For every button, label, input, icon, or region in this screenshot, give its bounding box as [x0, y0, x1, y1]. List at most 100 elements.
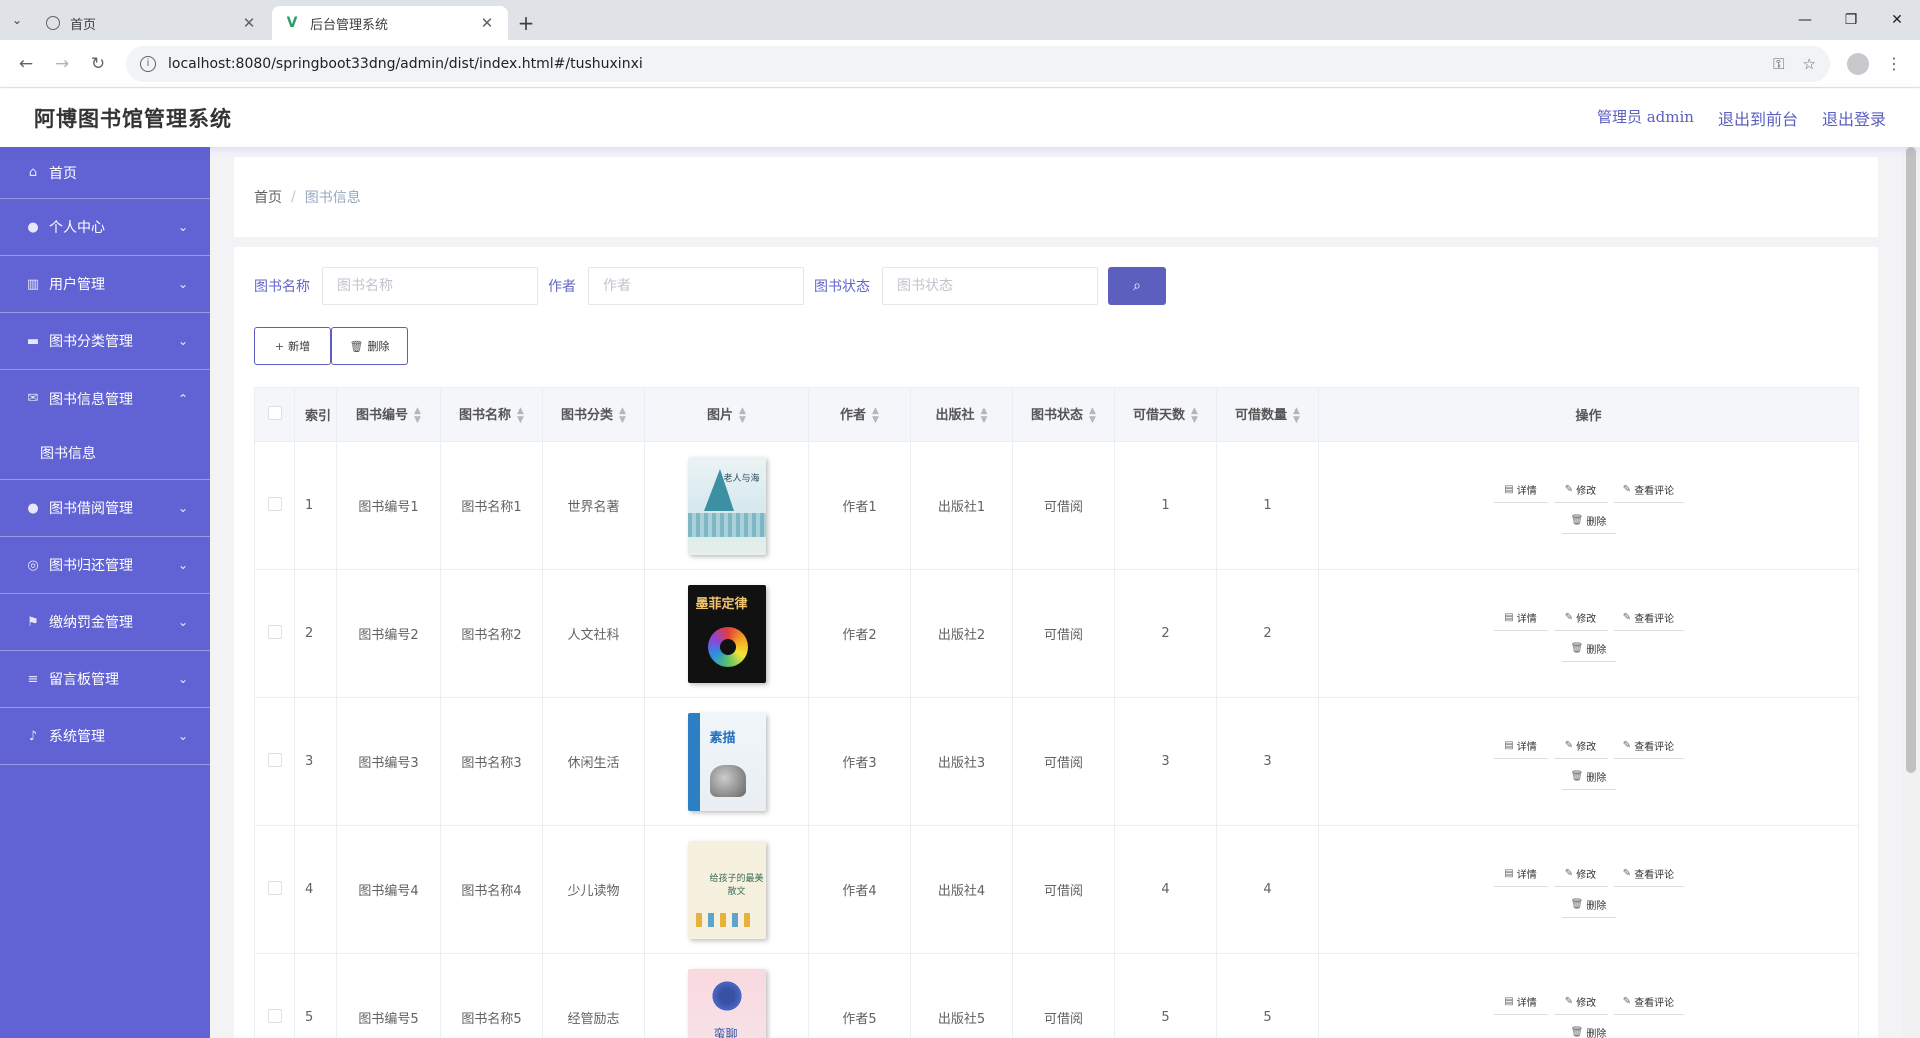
browser-tab-admin[interactable]: V 后台管理系统 ✕ — [272, 6, 508, 40]
sort-icon[interactable]: ▲ ▼ — [1191, 406, 1198, 425]
edit-button[interactable]: ✎ 修改 — [1553, 477, 1608, 503]
sidebar-item-book-info[interactable]: ✉ 图书信息管理 ⌃ — [0, 370, 210, 427]
book-cover-image[interactable]: 给孩子的最美散文 — [687, 840, 766, 939]
view-comments-button[interactable]: ✎ 查看评论 — [1613, 861, 1684, 887]
header-publisher[interactable]: 出版社 ▲ ▼ — [910, 387, 1013, 442]
edit-button[interactable]: ✎ 修改 — [1553, 733, 1608, 759]
cover-title: 墨菲定律 — [695, 596, 748, 612]
star-icon[interactable]: ☆ — [1803, 55, 1816, 73]
header-label: 出版社 — [935, 408, 975, 424]
row-delete-button[interactable]: 🗑 删除 — [1561, 892, 1616, 918]
book-cover-image[interactable]: 蛮聊 — [687, 968, 766, 1038]
sidebar-item-book-category[interactable]: ▬ 图书分类管理 ⌄ — [0, 313, 210, 370]
key-icon[interactable]: ⚿ — [1773, 55, 1784, 73]
sort-icon[interactable]: ▲ ▼ — [517, 406, 524, 425]
sidebar-item-profile[interactable]: ● 个人中心 ⌄ — [0, 199, 210, 256]
edit-button[interactable]: ✎ 修改 — [1553, 861, 1608, 887]
vue-logo-icon: V — [286, 15, 298, 31]
add-button[interactable]: + 新增 — [254, 327, 331, 365]
cell-qty: 1 — [1216, 441, 1319, 570]
book-cover-image[interactable]: 老人与海 — [687, 456, 766, 555]
trash-icon: 🗑 — [349, 339, 364, 353]
breadcrumb-home[interactable]: 首页 — [254, 187, 282, 207]
exit-to-front-link[interactable]: 退出到前台 — [1718, 106, 1798, 130]
sidebar-item-system[interactable]: ♪ 系统管理 ⌄ — [0, 708, 210, 765]
minimize-icon[interactable]: — — [1782, 0, 1828, 40]
sort-icon[interactable]: ▲ ▼ — [981, 406, 988, 425]
edit-button[interactable]: ✎ 修改 — [1553, 989, 1608, 1015]
sort-icon[interactable]: ▲ ▼ — [1293, 406, 1300, 425]
row-checkbox[interactable] — [267, 752, 282, 767]
row-checkbox[interactable] — [267, 880, 282, 895]
reload-icon[interactable]: ↻ — [80, 46, 116, 82]
book-cover-image[interactable]: 素描 — [687, 712, 766, 811]
book-name-input[interactable] — [322, 267, 538, 305]
logout-link[interactable]: 退出登录 — [1822, 106, 1886, 130]
new-tab-button[interactable]: + — [510, 6, 542, 40]
sort-icon[interactable]: ▲ ▼ — [414, 406, 421, 425]
detail-button[interactable]: ▤ 详情 — [1493, 605, 1548, 631]
row-checkbox[interactable] — [267, 1008, 282, 1023]
tab-search-chevron-icon[interactable]: ⌄ — [0, 0, 34, 40]
row-delete-button[interactable]: 🗑 删除 — [1561, 636, 1616, 662]
sort-icon[interactable]: ▲ ▼ — [872, 406, 879, 425]
address-bar: ← → ↻ i localhost:8080/springboot33dng/a… — [0, 40, 1920, 88]
sidebar-item-return[interactable]: ◎ 图书归还管理 ⌄ — [0, 537, 210, 594]
forward-arrow-icon[interactable]: → — [44, 46, 80, 82]
sidebar-item-borrow[interactable]: ● 图书借阅管理 ⌄ — [0, 480, 210, 537]
sidebar-item-messages[interactable]: ≡ 留言板管理 ⌄ — [0, 651, 210, 708]
browser-tab-home[interactable]: 首页 ✕ — [34, 6, 270, 40]
row-delete-button[interactable]: 🗑 删除 — [1561, 1020, 1616, 1038]
book-status-input[interactable] — [882, 267, 1098, 305]
detail-button[interactable]: ▤ 详情 — [1493, 477, 1548, 503]
tab-close-icon[interactable]: ✕ — [478, 14, 496, 32]
view-comments-button[interactable]: ✎ 查看评论 — [1613, 989, 1684, 1015]
plus-icon: + — [274, 339, 285, 353]
header-author[interactable]: 作者 ▲ ▼ — [808, 387, 911, 442]
scrollbar-thumb[interactable] — [1906, 147, 1916, 773]
main-content: 首页 / 图书信息 图书名称 作者 图书状态 ⌕ + 新增 🗑 删除 — [210, 147, 1902, 1038]
tab-close-icon[interactable]: ✕ — [240, 14, 258, 32]
view-comments-button[interactable]: ✎ 查看评论 — [1613, 605, 1684, 631]
header-days[interactable]: 可借天数 ▲ ▼ — [1114, 387, 1217, 442]
row-delete-button[interactable]: 🗑 删除 — [1561, 764, 1616, 790]
close-window-icon[interactable]: ✕ — [1874, 0, 1920, 40]
detail-button[interactable]: ▤ 详情 — [1493, 861, 1548, 887]
header-status[interactable]: 图书状态 ▲ ▼ — [1012, 387, 1115, 442]
url-field[interactable]: i localhost:8080/springboot33dng/admin/d… — [126, 45, 1830, 82]
row-delete-button[interactable]: 🗑 删除 — [1561, 508, 1616, 534]
site-info-icon[interactable]: i — [140, 55, 156, 72]
chevron-up-icon: ⌃ — [177, 391, 188, 406]
sort-icon[interactable]: ▲ ▼ — [1089, 406, 1096, 425]
view-comments-button[interactable]: ✎ 查看评论 — [1613, 733, 1684, 759]
header-category[interactable]: 图书分类 ▲ ▼ — [542, 387, 645, 442]
header-name[interactable]: 图书名称 ▲ ▼ — [440, 387, 543, 442]
restore-icon[interactable]: ❐ — [1828, 0, 1874, 40]
profile-avatar-icon[interactable] — [1847, 52, 1869, 75]
detail-button[interactable]: ▤ 详情 — [1493, 733, 1548, 759]
row-checkbox[interactable] — [267, 624, 282, 639]
sidebar-subitem-book-info[interactable]: 图书信息 — [0, 427, 210, 479]
header-image[interactable]: 图片 ▲ ▼ — [644, 387, 809, 442]
cell-status: 可借阅 — [1012, 697, 1115, 826]
sidebar-item-fines[interactable]: ⚑ 缴纳罚金管理 ⌄ — [0, 594, 210, 651]
header-qty[interactable]: 可借数量 ▲ ▼ — [1216, 387, 1319, 442]
sort-icon[interactable]: ▲ ▼ — [739, 406, 746, 425]
row-checkbox[interactable] — [267, 496, 282, 511]
header-code[interactable]: 图书编号 ▲ ▼ — [336, 387, 441, 442]
sidebar-item-users[interactable]: ▥ 用户管理 ⌄ — [0, 256, 210, 313]
edit-button[interactable]: ✎ 修改 — [1553, 605, 1608, 631]
detail-button[interactable]: ▤ 详情 — [1493, 989, 1548, 1015]
delete-button[interactable]: 🗑 删除 — [331, 327, 408, 365]
sort-icon[interactable]: ▲ ▼ — [619, 406, 626, 425]
view-comments-button[interactable]: ✎ 查看评论 — [1613, 477, 1684, 503]
sidebar-item-home[interactable]: ⌂ 首页 — [0, 147, 210, 199]
search-button[interactable]: ⌕ — [1108, 267, 1166, 305]
back-arrow-icon[interactable]: ← — [8, 46, 44, 82]
row-select-cell — [254, 825, 295, 954]
page-scrollbar[interactable] — [1902, 147, 1920, 1038]
menu-dots-icon[interactable]: ⋮ — [1876, 46, 1912, 82]
author-input[interactable] — [588, 267, 804, 305]
book-cover-image[interactable]: 墨菲定律 — [687, 584, 766, 683]
select-all-checkbox[interactable] — [267, 405, 282, 420]
